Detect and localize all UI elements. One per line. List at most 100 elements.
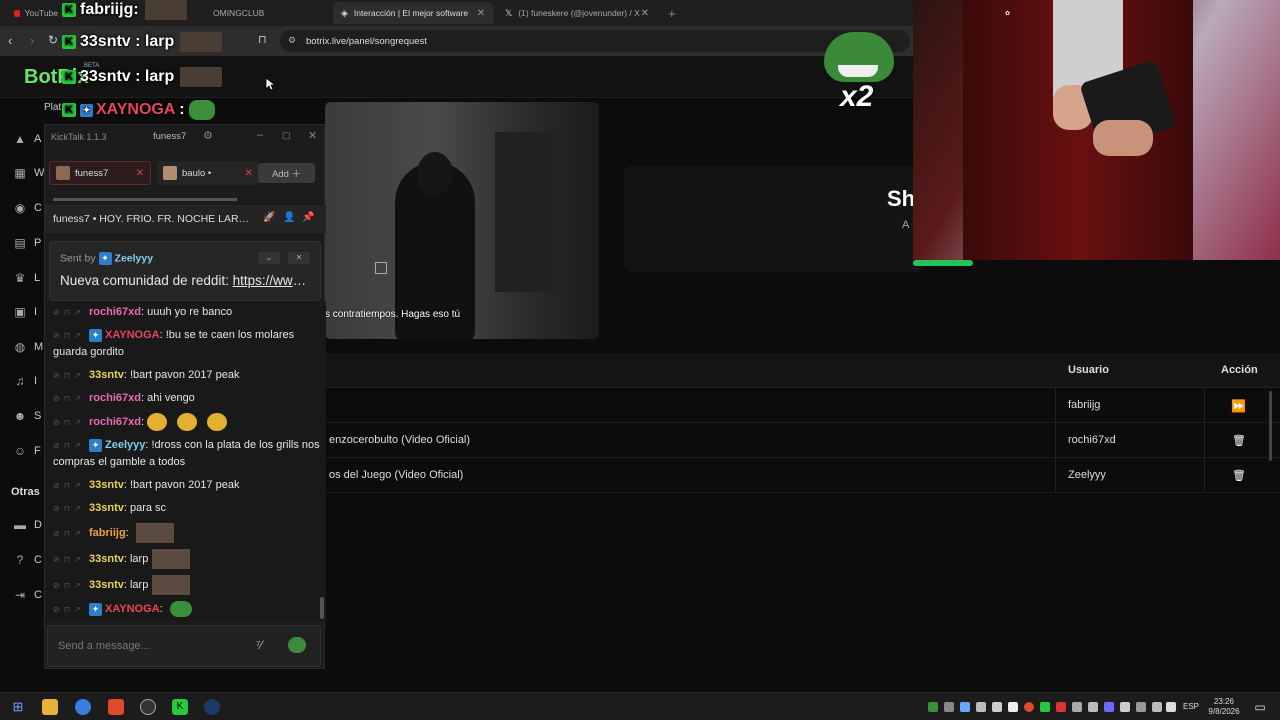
chat-username[interactable]: rochi67xd: [89, 306, 141, 318]
pin-icon[interactable]: 📌: [302, 212, 314, 223]
sidebar-item-label[interactable]: W: [34, 167, 44, 179]
site-info-icon[interactable]: ⚙: [288, 35, 296, 46]
chat-message[interactable]: ⊘⊓↗ fabriijg:: [45, 520, 326, 546]
chat-list[interactable]: ⊘⊓↗ rochi67xd: uuuh yo re banco ⊘⊓↗ ✦ XAYNOG…: [45, 301, 326, 621]
tab-x-profile[interactable]: 𝕏 (1) funeskere (@jovenunder) / X ✕: [497, 2, 657, 24]
file-explorer-icon[interactable]: [42, 699, 58, 715]
sidebar-item-label[interactable]: I: [34, 375, 37, 387]
reload-icon[interactable]: ↻: [48, 33, 58, 47]
sidebar-item-label[interactable]: M: [34, 341, 43, 353]
close-icon[interactable]: ✕: [308, 129, 317, 142]
gear-icon[interactable]: ⚙: [203, 129, 213, 142]
chat-message[interactable]: ⊘⊓↗ 33sntv: larp: [45, 546, 326, 572]
message-input[interactable]: Send a message... ⁷⁄: [47, 625, 321, 667]
tray-icon[interactable]: [944, 702, 954, 712]
sidebar-item-label[interactable]: A: [34, 133, 41, 145]
tray-icon[interactable]: [928, 702, 938, 712]
chat-username[interactable]: Zeelyyy: [105, 439, 145, 451]
close-icon[interactable]: ✕: [136, 168, 144, 179]
close-icon[interactable]: ✕: [245, 168, 253, 179]
translate-icon[interactable]: ⁷⁄: [256, 638, 262, 652]
chat-username[interactable]: 33sntv: [89, 479, 124, 491]
group-icon[interactable]: ☺: [12, 444, 28, 460]
tray-icon[interactable]: [960, 702, 970, 712]
mod-actions-icon[interactable]: ⊘⊓↗: [53, 414, 89, 431]
sidebar-item-label[interactable]: C: [34, 202, 42, 214]
book-icon[interactable]: ▬: [12, 518, 28, 534]
mod-actions-icon[interactable]: ⊘⊓↗: [53, 551, 89, 568]
chat-username[interactable]: 33sntv: [89, 369, 124, 381]
bookmark-icon[interactable]: ⊓: [258, 33, 267, 46]
chrome-icon[interactable]: [75, 699, 91, 715]
sidebar-item-label[interactable]: C: [34, 589, 42, 601]
chat-username[interactable]: fabriijg: [89, 527, 126, 539]
mod-actions-icon[interactable]: ⊘⊓↗: [53, 327, 89, 344]
notification-icon[interactable]: ▭: [1252, 699, 1268, 715]
chevron-down-icon[interactable]: ⌄: [258, 252, 280, 264]
user-icon[interactable]: 👤: [283, 212, 295, 223]
mod-actions-icon[interactable]: ⊘⊓↗: [53, 437, 89, 454]
chat-username[interactable]: 33sntv: [89, 579, 124, 591]
chat-username[interactable]: 33sntv: [89, 553, 124, 565]
gamepad-icon[interactable]: ◍: [12, 340, 28, 356]
chat-message[interactable]: ⊘⊓↗ 33sntv: larp: [45, 572, 326, 598]
clock[interactable]: 23:26 9/8/2026: [1208, 697, 1240, 717]
widgets-icon[interactable]: ▦: [12, 166, 28, 182]
tray-icon[interactable]: [1120, 702, 1130, 712]
forward-arrow-icon[interactable]: ›: [30, 33, 34, 48]
chat-username[interactable]: XAYNOGA: [105, 603, 160, 615]
sidebar-item-label[interactable]: D: [34, 519, 42, 531]
language-indicator[interactable]: ESP: [1183, 702, 1199, 711]
tray-icon[interactable]: [1152, 702, 1162, 712]
sidebar-item-label[interactable]: L: [34, 272, 40, 284]
tray-icon[interactable]: [1088, 702, 1098, 712]
mod-actions-icon[interactable]: ⊘⊓↗: [53, 601, 89, 618]
emote-picker-icon[interactable]: [288, 637, 306, 653]
mod-actions-icon[interactable]: ⊘⊓↗: [53, 304, 89, 321]
windows-start-icon[interactable]: ⊞: [10, 699, 26, 715]
trophy-icon[interactable]: ♛: [12, 271, 28, 287]
chat-message[interactable]: ⊘⊓↗ 33sntv: !bart pavon 2017 peak: [45, 474, 326, 497]
mod-actions-icon[interactable]: ⊘⊓↗: [53, 390, 89, 407]
alert-icon[interactable]: ▲: [12, 132, 28, 148]
mod-actions-icon[interactable]: ⊘⊓↗: [53, 500, 89, 517]
chat-message[interactable]: ⊘⊓↗ rochi67xd:: [45, 410, 326, 434]
trash-icon[interactable]: 🗑: [1232, 434, 1246, 447]
mod-actions-icon[interactable]: ⊘⊓↗: [53, 525, 89, 542]
music-icon[interactable]: ♫: [12, 374, 28, 390]
card-icon[interactable]: ▤: [12, 236, 28, 252]
skip-icon[interactable]: ⏩: [1231, 399, 1246, 413]
table-scrollbar[interactable]: [1269, 391, 1272, 461]
tray-icon[interactable]: [1072, 702, 1082, 712]
chat-scrollbar[interactable]: [320, 597, 324, 619]
chat-message[interactable]: ⊘⊓↗ ✦ Zeelyyy: !dross con la plata de los …: [45, 434, 326, 474]
trash-icon[interactable]: 🗑: [1232, 469, 1246, 482]
tray-icon[interactable]: [992, 702, 1002, 712]
users-icon[interactable]: ☻: [12, 409, 28, 425]
chat-message[interactable]: ⊘⊓↗ rochi67xd: ahi vengo: [45, 387, 326, 410]
bot-icon[interactable]: ◉: [12, 201, 28, 217]
sidebar-item-label[interactable]: C: [34, 554, 42, 566]
sidebar-item-label[interactable]: P: [34, 237, 41, 249]
video-player[interactable]: s contratiempos. Hagas eso tú: [325, 102, 599, 339]
inventory-icon[interactable]: ▣: [12, 305, 28, 321]
tab-youtube[interactable]: YouTube: [6, 2, 66, 24]
mod-actions-icon[interactable]: ⊘⊓↗: [53, 477, 89, 494]
logout-icon[interactable]: ⇥: [12, 588, 28, 604]
tab-interaccion[interactable]: ◈ Interacción | El mejor software ✕: [333, 2, 493, 24]
chat-username[interactable]: rochi67xd: [89, 392, 141, 404]
help-icon[interactable]: ?: [12, 553, 28, 569]
chat-tab-baulo[interactable]: baulo • ✕: [157, 161, 259, 185]
maximize-icon[interactable]: ▢: [282, 130, 291, 141]
network-icon[interactable]: [1136, 702, 1146, 712]
tray-icon[interactable]: [1056, 702, 1066, 712]
tab-gamingclub[interactable]: OMINGCLUB: [205, 2, 325, 24]
chat-message[interactable]: ⊘⊓↗ 33sntv: para sc: [45, 497, 326, 520]
brave-icon[interactable]: [108, 699, 124, 715]
sidebar-item-label[interactable]: S: [34, 410, 41, 422]
unpin-icon[interactable]: ✕: [288, 252, 310, 264]
microphone-icon[interactable]: [1008, 702, 1018, 712]
close-tab-icon[interactable]: ✕: [477, 8, 485, 19]
rocket-icon[interactable]: 🚀: [263, 212, 275, 223]
sidebar-item-label[interactable]: I: [34, 306, 37, 318]
